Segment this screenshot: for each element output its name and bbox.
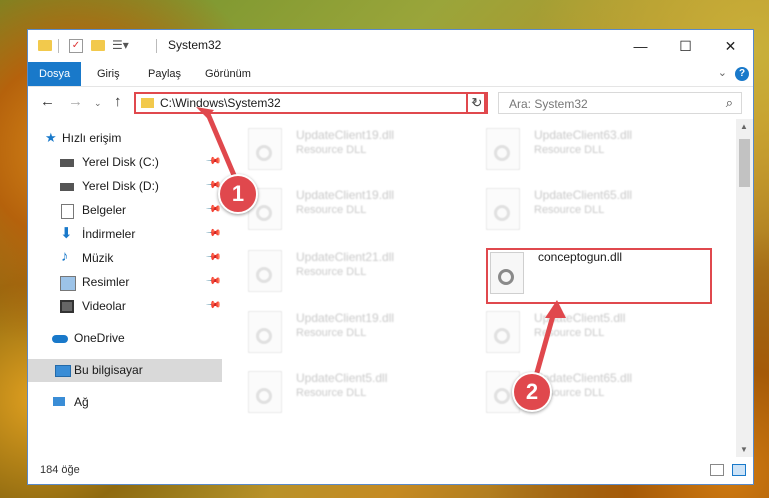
arrow-line-one <box>205 113 239 181</box>
arrow-line-two <box>533 311 557 377</box>
annotation-arrows <box>196 107 566 377</box>
callout-badge-one: 1 <box>218 174 258 214</box>
callout-badge-two: 2 <box>512 372 552 412</box>
